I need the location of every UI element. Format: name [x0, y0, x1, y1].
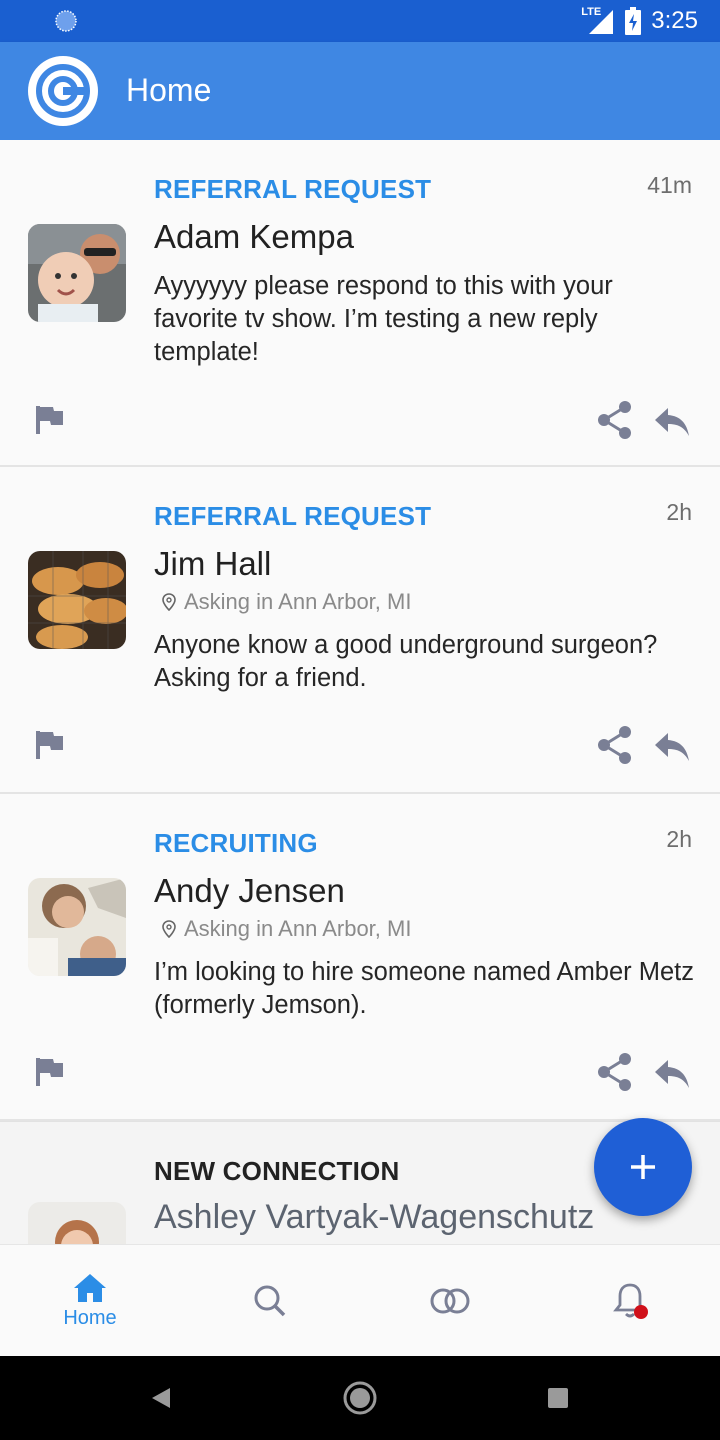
- post-body: Anyone know a good underground surgeon? …: [154, 631, 658, 692]
- connections-icon: [430, 1288, 470, 1314]
- reply-icon[interactable]: [654, 1058, 690, 1090]
- post-author-name[interactable]: Andy Jensen: [154, 872, 345, 910]
- home-icon: [74, 1273, 106, 1302]
- nav-item-home[interactable]: Home: [0, 1245, 180, 1357]
- page-title: Home: [126, 72, 212, 108]
- app-bar: Home: [0, 42, 720, 140]
- nav-item-notifications[interactable]: [540, 1245, 720, 1357]
- share-icon[interactable]: [596, 400, 634, 440]
- share-icon[interactable]: [596, 725, 634, 765]
- feed-card[interactable]: RECRUITING 2h Andy Jensen Asking in Ann …: [0, 794, 720, 1121]
- flag-icon[interactable]: [34, 404, 66, 436]
- location-pin-icon: [162, 593, 176, 611]
- plus-icon: [631, 1155, 655, 1179]
- share-icon[interactable]: [596, 1052, 634, 1092]
- system-nav-bar: [0, 1356, 720, 1440]
- avatar[interactable]: [28, 224, 126, 322]
- post-body: I’m looking to hire someone named Amber …: [154, 958, 695, 1019]
- back-icon[interactable]: [140, 1378, 180, 1418]
- feed-list[interactable]: REFERRAL REQUEST 41m Adam Kempa Ayyyyyy …: [0, 140, 720, 1244]
- compose-button[interactable]: [594, 1118, 692, 1216]
- connection-name[interactable]: Ashley Vartyak-Wagenschutz: [154, 1198, 594, 1237]
- post-author-name[interactable]: Adam Kempa: [154, 218, 354, 256]
- app-logo-icon[interactable]: [28, 56, 98, 126]
- flag-icon[interactable]: [34, 729, 66, 761]
- post-category: NEW CONNECTION: [154, 1156, 400, 1186]
- post-body: Ayyyyyy please respond to this with your…: [154, 272, 613, 366]
- loading-spinner-icon: [55, 10, 77, 32]
- nav-item-connections[interactable]: [360, 1245, 540, 1357]
- nav-item-search[interactable]: [180, 1245, 360, 1357]
- nav-label-home: Home: [63, 1306, 117, 1329]
- notification-badge: [634, 1305, 648, 1319]
- post-location-label: Asking in Ann Arbor, MI: [184, 916, 412, 941]
- post-category: RECRUITING: [154, 828, 318, 858]
- avatar[interactable]: [28, 878, 126, 976]
- flag-icon[interactable]: [34, 1056, 66, 1088]
- bottom-nav: Home: [0, 1244, 720, 1356]
- post-location: Asking in Ann Arbor, MI: [162, 916, 411, 942]
- reply-icon[interactable]: [654, 731, 690, 763]
- location-pin-icon: [162, 920, 176, 938]
- feed-card[interactable]: REFERRAL REQUEST 41m Adam Kempa Ayyyyyy …: [0, 140, 720, 467]
- status-icons: LTE 3:25: [581, 0, 698, 42]
- reply-icon[interactable]: [654, 406, 690, 438]
- post-category: REFERRAL REQUEST: [154, 501, 432, 531]
- post-time: 2h: [666, 499, 692, 525]
- home-button-icon[interactable]: [340, 1378, 380, 1418]
- battery-charging-icon: [625, 7, 642, 35]
- signal-icon: LTE: [581, 6, 615, 34]
- status-time: 3:25: [651, 7, 698, 34]
- post-category: REFERRAL REQUEST: [154, 174, 432, 204]
- search-icon: [254, 1285, 286, 1317]
- avatar[interactable]: [28, 1202, 126, 1244]
- post-location: Asking in Ann Arbor, MI: [162, 589, 411, 615]
- post-time: 2h: [666, 826, 692, 852]
- recents-icon[interactable]: [538, 1378, 578, 1418]
- status-bar: LTE 3:25: [0, 0, 720, 42]
- bell-icon: [613, 1283, 648, 1319]
- feed-card[interactable]: REFERRAL REQUEST 2h Jim Hall Asking in A…: [0, 467, 720, 794]
- avatar[interactable]: [28, 551, 126, 649]
- post-time: 41m: [647, 172, 692, 198]
- post-location-label: Asking in Ann Arbor, MI: [184, 589, 412, 614]
- post-author-name[interactable]: Jim Hall: [154, 545, 271, 583]
